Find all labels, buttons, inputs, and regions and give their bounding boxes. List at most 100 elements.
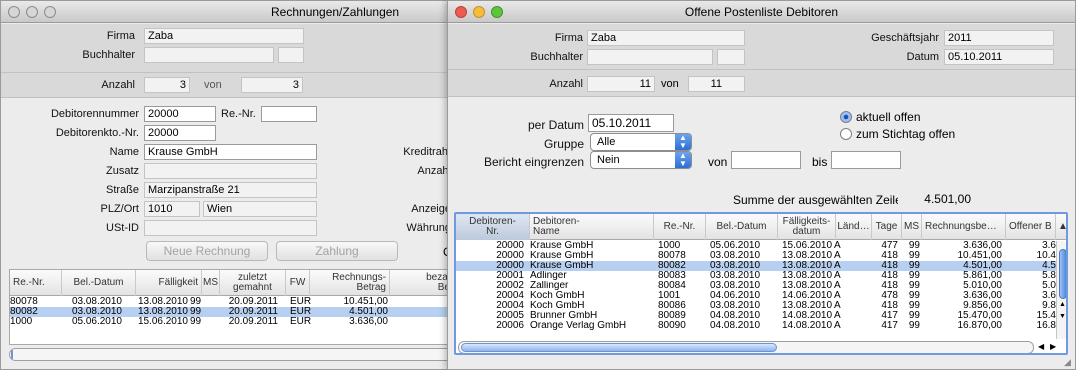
table-row[interactable]: 20002 Zallinger 80084 03.08.2010 13.08.2010 A… <box>456 281 1056 291</box>
horizontal-scrollbar[interactable] <box>458 341 1034 353</box>
ort-input[interactable]: Wien <box>203 201 317 217</box>
table-row[interactable]: 20001 Adlinger 80083 03.08.2010 13.08.2010 A 4… <box>456 271 1056 281</box>
table-cell: A <box>834 281 841 291</box>
col-debitoren-name[interactable]: Debitoren- Name <box>530 214 654 240</box>
vertical-scroll-thumb[interactable] <box>1059 249 1066 299</box>
minimize-button[interactable] <box>26 6 38 18</box>
col-ms[interactable]: MS <box>202 270 220 296</box>
name-label: Name <box>109 146 139 158</box>
vertical-scrollbar[interactable]: ▲ ▼ <box>1056 241 1066 339</box>
horizontal-scroll-thumb[interactable] <box>461 343 777 352</box>
resize-grip-icon[interactable]: ◢ <box>1064 357 1071 368</box>
firma-field: Zaba <box>144 28 304 44</box>
col-rechnungsbetrag[interactable]: Rechnungs- Betrag <box>310 270 390 296</box>
col-bezahlt[interactable]: bezal Be <box>390 270 451 296</box>
von-value: 3 <box>292 79 299 91</box>
table-cell: Koch GmbH <box>530 301 585 311</box>
col-renr[interactable]: Re.-Nr. <box>654 214 706 240</box>
scroll-left-icon[interactable]: ◀ <box>1038 342 1044 351</box>
plz-input[interactable]: 1010 <box>144 201 200 217</box>
renr-input[interactable] <box>261 106 317 122</box>
buchhalter-code-field <box>278 47 304 63</box>
minimize-button[interactable] <box>473 6 485 18</box>
table-cell: 80086 <box>658 301 686 311</box>
window-title: Rechnungen/Zahlungen <box>271 5 400 19</box>
table-row[interactable]: 80078 03.08.2010 13.08.2010 99 20.09.2011 EUR… <box>10 297 451 307</box>
debitorenkto-input[interactable]: 20000 <box>144 125 216 141</box>
bericht-value: Nein <box>597 154 620 166</box>
col-fw[interactable]: FW <box>286 270 310 296</box>
table-row[interactable]: 20000 Krause GmbH 1000 05.06.2010 15.06.2010… <box>456 241 1056 251</box>
strasse-label: Straße <box>105 184 139 196</box>
table-cell: 14.08.2010 <box>782 311 833 321</box>
left-scroll-thumb[interactable] <box>11 350 13 359</box>
bericht-select[interactable]: Nein ▲ ▼ <box>590 151 692 169</box>
bis-range-input[interactable] <box>831 151 901 169</box>
debitorennummer-input[interactable]: 20000 <box>144 106 216 122</box>
close-button[interactable] <box>8 6 20 18</box>
strasse-input[interactable]: Marzipanstraße 21 <box>144 182 317 198</box>
zoom-button[interactable] <box>44 6 56 18</box>
table-cell: 20000 <box>496 241 524 251</box>
col-zuletzt-gemahnt[interactable]: zuletzt gemahnt <box>220 270 286 296</box>
table-row[interactable]: 80082 03.08.2010 13.08.2010 99 20.09.2011 EUR… <box>10 307 451 317</box>
left-horizontal-scrollbar[interactable] <box>9 348 451 361</box>
col-beldatum[interactable]: Bel.-Datum <box>706 214 778 240</box>
open-items-table: Debitoren- Nr. Debitoren- Name Re.-Nr. B… <box>454 212 1068 355</box>
scroll-up-icon[interactable]: ▲ <box>1059 301 1066 308</box>
zusatz-input[interactable] <box>144 163 317 179</box>
radio-zum-stichtag[interactable]: zum Stichtag offen <box>840 127 955 141</box>
table-row[interactable]: 20000 Krause GmbH 80078 03.08.2010 13.08.201… <box>456 251 1056 261</box>
table-row[interactable]: 20000 Krause GmbH 80082 03.08.2010 13.08.201… <box>456 261 1056 271</box>
gruppe-select[interactable]: Alle ▲ ▼ <box>590 133 692 151</box>
perdatum-input[interactable]: 05.10.2011 <box>588 114 674 132</box>
table-cell: 9.856,00 <box>963 301 1002 311</box>
zoom-button[interactable] <box>491 6 503 18</box>
table-cell: 03.08.2010 <box>71 297 122 307</box>
neue-rechnung-button[interactable]: Neue Rechnung <box>146 241 268 261</box>
col-debitoren-nr[interactable]: Debitoren- Nr. <box>456 214 530 240</box>
col-offener-betrag[interactable]: Offener B <box>1006 214 1056 240</box>
col-land[interactable]: Länd… <box>836 214 872 240</box>
table-cell: 04.06.2010 <box>710 291 761 301</box>
scroll-right-icon[interactable]: ▶ <box>1050 342 1056 351</box>
table-row[interactable]: 20004 Koch GmbH 80086 03.08.2010 13.08.2010 A… <box>456 301 1056 311</box>
table-cell: Brunner GmbH <box>530 311 598 321</box>
table-cell: 15.06.2010 <box>782 241 833 251</box>
anzahl-field: 11 <box>587 76 655 92</box>
table-cell: Zallinger <box>530 281 569 291</box>
table-row[interactable]: 20005 Brunner GmbH 80089 04.08.2010 14.08.20… <box>456 311 1056 321</box>
table-cell: 1000 <box>658 241 681 251</box>
column-sort-icon[interactable]: ▲ <box>1056 214 1066 240</box>
table-cell: Koch GmbH <box>530 291 585 301</box>
zahlung-button[interactable]: Zahlung <box>276 241 398 261</box>
firma-label: Firma <box>554 32 583 44</box>
col-faelligkeitsdatum[interactable]: Fälligkeits- datum <box>778 214 836 240</box>
table-cell: 20.09.2011 <box>228 297 278 307</box>
table-cell: 03.08.2010 <box>710 261 761 271</box>
von-range-input[interactable] <box>731 151 801 169</box>
ustid-input[interactable] <box>144 220 317 236</box>
waehrung-label: Währung <box>406 222 451 234</box>
col-renr[interactable]: Re.-Nr. <box>10 270 62 296</box>
table-row[interactable]: 1000 05.06.2010 15.06.2010 99 20.09.2011 EUR 3… <box>10 317 451 327</box>
col-rechnungsbetrag[interactable]: Rechnungsbe… <box>922 214 1006 240</box>
col-beldatum[interactable]: Bel.-Datum <box>62 270 136 296</box>
table-row[interactable]: 20006 Orange Verlag GmbH 80090 04.08.2010 14… <box>456 321 1056 331</box>
summe-value: 4.501,00 <box>924 192 971 206</box>
table-row[interactable]: 20004 Koch GmbH 1001 04.06.2010 14.06.2010 A 4… <box>456 291 1056 301</box>
table-cell: 5.010,00 <box>963 281 1002 291</box>
close-button[interactable] <box>455 6 467 18</box>
table-cell: 80090 <box>658 321 686 331</box>
scroll-down-icon[interactable]: ▼ <box>1059 313 1066 320</box>
table-cell: 99 <box>908 311 920 321</box>
col-faelligkeit[interactable]: Fälligkeit <box>136 270 202 296</box>
table-cell: 04.08.2010 <box>710 311 761 321</box>
col-ms[interactable]: MS <box>902 214 922 240</box>
von-label: von <box>661 78 679 90</box>
table-cell: 417 <box>881 321 898 331</box>
name-input[interactable]: Krause GmbH <box>144 144 317 160</box>
col-tage[interactable]: Tage <box>872 214 902 240</box>
anzahl-label: Anzahl <box>101 79 135 91</box>
radio-aktuell-offen[interactable]: aktuell offen <box>840 110 921 124</box>
